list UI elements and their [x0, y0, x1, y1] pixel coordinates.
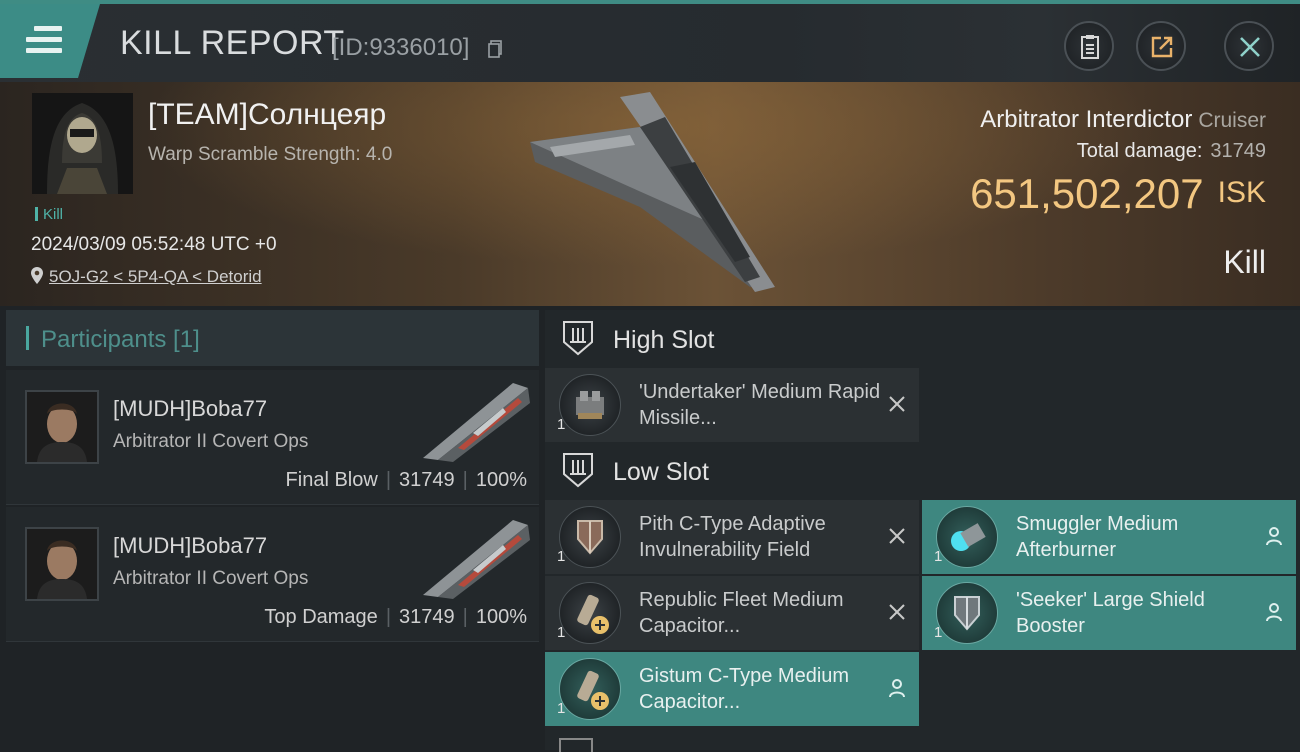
participant-role: Top Damage [264, 606, 378, 628]
low-slot-icon [563, 453, 593, 488]
module-item[interactable]: 1 Pith C-Type Adaptive Invulnerability F… [545, 500, 919, 574]
participant-ship: Arbitrator II Covert Ops [113, 431, 309, 452]
result-label: Kill [1223, 244, 1266, 280]
low-slot-header: Low Slot [545, 442, 1300, 500]
module-quantity: 1 [557, 700, 566, 717]
module-name: Pith C-Type Adaptive Invulnerability Fie… [639, 513, 826, 561]
participant-row[interactable]: [MUDH]Boba77 Arbitrator II Covert Ops Fi… [6, 370, 539, 505]
location-pin-icon [31, 267, 43, 284]
destroyed-icon [889, 528, 905, 544]
module-item[interactable]: 1 Gistum C-Type Medium Capacitor... [545, 652, 919, 726]
isk-amount: 651,502,207 [970, 170, 1204, 217]
total-damage-value: 31749 [1210, 140, 1266, 162]
module-quantity: 1 [557, 548, 566, 565]
clipboard-icon [1081, 35, 1099, 59]
participant-stats: Final Blow | 31749 | 100% [285, 469, 527, 491]
module-name: 'Undertaker' Medium Rapid Missile... [639, 381, 881, 429]
module-name: Gistum C-Type Medium Capacitor... [639, 665, 850, 713]
participant-role: Final Blow [285, 469, 378, 491]
afterburner-icon [936, 506, 998, 568]
module-quantity: 1 [934, 548, 943, 565]
participant-avatar[interactable] [25, 527, 99, 601]
victim-avatar[interactable] [32, 93, 133, 194]
module-quantity: 1 [934, 624, 943, 641]
capacitor-icon [559, 658, 621, 720]
participant-ship: Arbitrator II Covert Ops [113, 568, 309, 589]
report-id: [ID:9336010] [332, 34, 470, 61]
module-name: Smuggler Medium Afterburner [1016, 513, 1179, 561]
destroyed-icon [889, 396, 905, 412]
menu-icon [26, 26, 62, 59]
participants-panel: Participants [1] [MUDH]Boba77 Arbitrator… [6, 310, 539, 750]
clipboard-button[interactable] [1064, 21, 1114, 71]
kill-tag-label: Kill [43, 206, 64, 223]
copy-icon[interactable] [488, 40, 502, 58]
kill-datetime: 2024/03/09 05:52:48 UTC +0 [31, 234, 277, 255]
module-name: 'Seeker' Large Shield Booster [1016, 589, 1205, 637]
module-item[interactable]: 1 Republic Fleet Medium Capacitor... [545, 576, 919, 650]
isk-unit: ISK [1217, 176, 1266, 209]
high-slot-icon [563, 321, 593, 356]
menu-button[interactable] [0, 4, 100, 78]
victim-ship-class: Cruiser [1198, 109, 1266, 132]
low-slot-label: Low Slot [613, 458, 709, 486]
participants-title: Participants [1] [41, 326, 200, 353]
share-icon [1151, 36, 1173, 58]
victim-banner: [TEAM]Солнцеяр Warp Scramble Strength: 4… [0, 82, 1300, 306]
total-damage: Total damage: 31749 [1077, 140, 1266, 163]
victim-ship-image [530, 92, 775, 292]
capacitor-icon [559, 582, 621, 644]
participant-damage: 31749 [399, 606, 455, 628]
close-button[interactable] [1224, 21, 1274, 71]
module-item[interactable]: 1 'Undertaker' Medium Rapid Missile... [545, 368, 919, 442]
destroyed-icon [889, 604, 905, 620]
participant-ship-image [423, 383, 530, 462]
page-title: KILL REPORT [120, 24, 345, 62]
total-damage-label: Total damage: [1076, 140, 1203, 162]
victim-ship-model: Arbitrator Interdictor [980, 106, 1193, 133]
warp-scramble-strength: Warp Scramble Strength: 4.0 [148, 144, 393, 165]
participant-damage: 31749 [399, 469, 455, 491]
participant-name[interactable]: [MUDH]Boba77 [113, 533, 267, 559]
module-item[interactable]: 1 'Seeker' Large Shield Booster [922, 576, 1296, 650]
participant-ship-image [423, 520, 530, 599]
participant-stats: Top Damage | 31749 | 100% [264, 606, 527, 628]
module-item[interactable]: 1 Smuggler Medium Afterburner [922, 500, 1296, 574]
participant-avatar[interactable] [25, 390, 99, 464]
high-slot-header: High Slot [545, 310, 1300, 368]
module-quantity: 1 [557, 624, 566, 641]
participant-name[interactable]: [MUDH]Boba77 [113, 396, 267, 422]
close-icon [1240, 37, 1260, 57]
participant-percent: 100% [475, 606, 527, 628]
module-quantity: 1 [557, 416, 566, 433]
shield-hardener-icon [559, 506, 621, 568]
fitting-panel: High Slot 1 'Undertaker' Medium Rapid Mi… [545, 310, 1300, 752]
victim-ship-name[interactable]: Arbitrator Interdictor Cruiser [980, 106, 1266, 134]
participant-percent: 100% [475, 469, 527, 491]
dropped-person-icon [1266, 527, 1282, 546]
participant-row[interactable]: [MUDH]Boba77 Arbitrator II Covert Ops To… [6, 507, 539, 642]
kill-location[interactable]: 5OJ-G2 < 5P4-QA < Detorid [31, 267, 262, 287]
dropped-person-icon [1266, 603, 1282, 622]
location-link[interactable]: 5OJ-G2 < 5P4-QA < Detorid [49, 267, 262, 286]
isk-value: 651,502,207 ISK [970, 170, 1266, 218]
victim-name[interactable]: [TEAM]Солнцеяр [148, 98, 386, 132]
high-slot-label: High Slot [613, 326, 715, 354]
top-bar: KILL REPORT [ID:9336010] [0, 0, 1300, 82]
dropped-person-icon [889, 679, 905, 698]
missile-launcher-icon [559, 374, 621, 436]
participants-header: Participants [1] [6, 310, 539, 366]
share-button[interactable] [1136, 21, 1186, 71]
module-name: Republic Fleet Medium Capacitor... [639, 589, 844, 637]
shield-booster-icon [936, 582, 998, 644]
kill-tag: Kill [35, 206, 63, 223]
